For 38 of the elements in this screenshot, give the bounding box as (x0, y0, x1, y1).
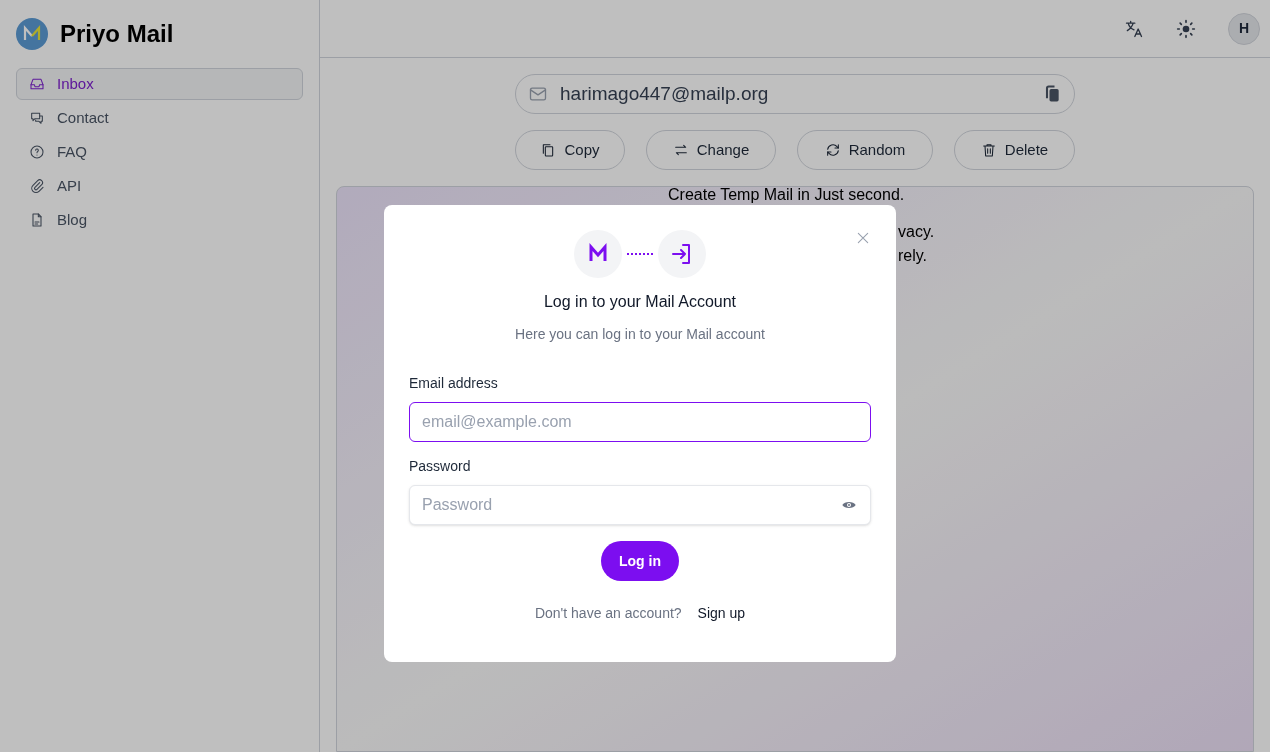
email-address-field[interactable]: harimago447@mailp.org (515, 74, 1075, 114)
action-button[interactable]: Delete (954, 130, 1075, 170)
field-label: Password (409, 457, 472, 476)
signup-prompt: Don't have an account? (534, 604, 682, 623)
sidebar-item[interactable]: Blog (16, 204, 303, 236)
sidebar-item[interactable]: Contact (16, 102, 303, 134)
logo-icon (16, 18, 48, 50)
content-text: vacy. (898, 222, 935, 242)
dialog-subtitle: Here you can log in to your Mail account (515, 325, 765, 344)
refresh-icon (824, 142, 841, 158)
sidebar-item[interactable]: Inbox (16, 68, 303, 100)
password-field[interactable]: Password (409, 485, 871, 525)
document-icon (29, 212, 45, 228)
content-text: rely. (898, 246, 928, 266)
brightness-icon[interactable] (1176, 18, 1196, 39)
logo-badge (574, 230, 622, 278)
dialog-title: Log in to your Mail Account (543, 292, 737, 312)
signup-link[interactable]: Sign up (697, 603, 746, 624)
field-label: Email address (409, 374, 499, 393)
help-icon (29, 144, 45, 160)
paperclip-icon (29, 178, 45, 194)
login-badge (658, 230, 706, 278)
avatar[interactable]: H (1228, 12, 1260, 45)
content-text: Create Temp Mail in Just second. (668, 187, 905, 203)
swap-arrows-icon (672, 142, 689, 158)
app-name: Priyo Mail (60, 19, 174, 49)
trash-icon (980, 142, 997, 158)
action-button[interactable]: Copy (515, 130, 625, 170)
chat-icon (29, 110, 45, 126)
email-field[interactable]: email@example.com (409, 402, 871, 442)
dotted-connector (626, 252, 654, 256)
sidebar-item[interactable]: FAQ (16, 136, 303, 168)
action-button[interactable]: Change (646, 130, 776, 170)
action-button[interactable]: Random (797, 130, 933, 170)
translate-icon[interactable] (1124, 18, 1144, 39)
sidebar-item[interactable]: API (16, 170, 303, 202)
inbox-icon (29, 76, 45, 92)
login-button[interactable]: Log in (601, 541, 679, 581)
